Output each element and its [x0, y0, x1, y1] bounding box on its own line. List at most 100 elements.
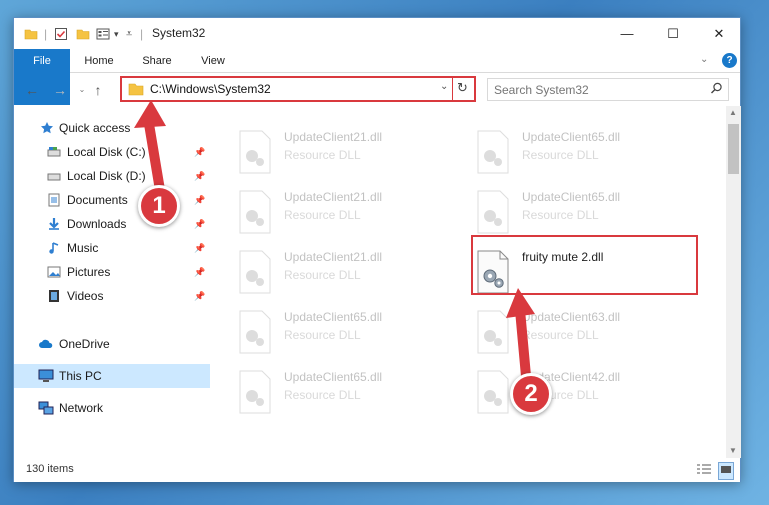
search-input[interactable]	[494, 81, 694, 98]
file-item[interactable]: UpdateClient42.dll Resource DLL	[466, 364, 696, 420]
tab-view[interactable]: View	[190, 49, 236, 73]
separator: |	[44, 27, 48, 41]
file-type: Resource DLL	[284, 328, 361, 342]
cloud-icon	[38, 336, 54, 352]
navigation-pane: Quick access Local Disk (C:) 📌 Local Dis…	[14, 106, 210, 458]
dll-file-icon	[477, 370, 509, 414]
forward-icon[interactable]: →	[52, 82, 68, 98]
sidebar-item-onedrive[interactable]: OneDrive	[14, 332, 210, 356]
properties-icon[interactable]	[54, 26, 68, 42]
dll-file-icon	[239, 250, 271, 294]
sidebar-item-label: Local Disk (C:)	[67, 145, 146, 159]
sidebar-item-network[interactable]: Network	[14, 396, 210, 420]
drive-icon	[46, 144, 62, 160]
file-item[interactable]: UpdateClient65.dll Resource DLL	[228, 304, 458, 360]
search-icon[interactable]	[710, 82, 723, 98]
scroll-down-icon[interactable]: ▼	[729, 446, 737, 455]
up-icon[interactable]: ↑	[90, 82, 106, 98]
network-icon	[38, 400, 54, 416]
file-item[interactable]: UpdateClient63.dll Resource DLL	[466, 304, 696, 360]
file-item[interactable]: UpdateClient21.dll Resource DLL	[228, 244, 458, 300]
pin-icon[interactable]: 📌	[194, 195, 205, 206]
documents-icon	[46, 192, 62, 208]
pin-icon[interactable]: 📌	[194, 243, 205, 254]
step-badge-1: 1	[138, 185, 180, 227]
sidebar-item-local-disk-c[interactable]: Local Disk (C:) 📌	[14, 140, 210, 164]
sidebar-item-documents[interactable]: Documents 📌	[14, 188, 210, 212]
file-name: UpdateClient65.dll	[284, 370, 383, 384]
item-count: 130 items	[26, 463, 74, 475]
back-icon[interactable]: ←	[24, 82, 40, 98]
address-bar[interactable]: C:\Windows\System32 ⌄ ↻	[120, 76, 476, 102]
pin-icon[interactable]: 📌	[194, 267, 205, 278]
dll-file-icon	[477, 310, 509, 354]
status-bar: 130 items	[14, 458, 740, 482]
sidebar-item-label: OneDrive	[59, 337, 110, 351]
help-icon[interactable]: ?	[722, 53, 737, 68]
vertical-scrollbar[interactable]: ▲ ▼	[726, 106, 741, 458]
star-icon	[39, 120, 55, 136]
scrollbar-thumb[interactable]	[728, 124, 739, 174]
address-divider	[452, 78, 453, 100]
file-name: UpdateClient65.dll	[522, 190, 621, 204]
file-name: UpdateClient21.dll	[284, 190, 383, 204]
sidebar-item-label: Downloads	[67, 217, 127, 231]
file-type: Resource DLL	[522, 208, 599, 222]
view-options-icon[interactable]	[96, 26, 110, 42]
file-name: UpdateClient65.dll	[522, 130, 621, 144]
tab-share[interactable]: Share	[134, 49, 180, 73]
file-item[interactable]: UpdateClient65.dll Resource DLL	[466, 184, 696, 240]
file-item[interactable]: UpdateClient65.dll Resource DLL	[228, 364, 458, 420]
title-separator: |	[140, 27, 144, 41]
details-view-icon[interactable]	[696, 463, 712, 479]
sidebar-item-music[interactable]: Music 📌	[14, 236, 210, 260]
music-icon	[46, 240, 62, 256]
sidebar-item-pictures[interactable]: Pictures 📌	[14, 260, 210, 284]
customize-toolbar-icon[interactable]: ⩡	[126, 26, 132, 42]
search-box[interactable]	[487, 78, 729, 101]
pin-icon[interactable]: 📌	[194, 291, 205, 302]
file-item[interactable]: UpdateClient21.dll Resource DLL	[228, 184, 458, 240]
tiles-view-icon[interactable]	[718, 462, 734, 480]
sidebar-item-this-pc[interactable]: This PC	[14, 364, 210, 388]
sidebar-item-videos[interactable]: Videos 📌	[14, 284, 210, 308]
dll-file-icon	[239, 130, 271, 174]
recent-locations-icon[interactable]: ⌄	[74, 82, 90, 98]
file-type: Resource DLL	[284, 388, 361, 402]
quick-access-dropdown-icon[interactable]: ▾	[114, 26, 119, 42]
sidebar-item-label: Network	[59, 401, 104, 415]
computer-icon	[38, 368, 54, 384]
address-row: ← → ⌄ ↑ C:\Windows\System32 ⌄ ↻	[14, 74, 740, 106]
minimize-button[interactable]: —	[604, 18, 650, 49]
pictures-icon	[46, 264, 62, 280]
file-type: Resource DLL	[522, 148, 599, 162]
file-highlight-box	[471, 235, 698, 295]
tab-home[interactable]: Home	[76, 49, 122, 73]
ribbon-tabs: File Home Share View ⌄ ?	[14, 49, 740, 105]
sidebar-item-downloads[interactable]: Downloads 📌	[14, 212, 210, 236]
pin-icon[interactable]: 📌	[194, 219, 205, 230]
title-bar: | ▾ ⩡ | System32 — ☐ ✕	[14, 18, 740, 49]
file-item[interactable]: UpdateClient21.dll Resource DLL	[228, 124, 458, 180]
expand-ribbon-icon[interactable]: ⌄	[700, 54, 708, 65]
file-name: UpdateClient21.dll	[284, 250, 383, 264]
sidebar-item-quick-access[interactable]: Quick access	[14, 116, 210, 140]
close-button[interactable]: ✕	[696, 18, 742, 49]
sidebar-item-local-disk-d[interactable]: Local Disk (D:) 📌	[14, 164, 210, 188]
address-path: C:\Windows\System32	[150, 82, 271, 96]
new-folder-icon[interactable]	[76, 26, 90, 42]
address-dropdown-icon[interactable]: ⌄	[440, 81, 448, 92]
file-item[interactable]: UpdateClient65.dll Resource DLL	[466, 124, 696, 180]
window-title: System32	[152, 26, 206, 40]
pin-icon[interactable]: 📌	[194, 147, 205, 158]
dll-file-icon	[477, 130, 509, 174]
pin-icon[interactable]: 📌	[194, 171, 205, 182]
file-list: UpdateClient21.dll Resource DLL UpdateCl…	[210, 106, 726, 458]
maximize-button[interactable]: ☐	[650, 18, 696, 49]
refresh-icon[interactable]: ↻	[457, 80, 468, 96]
step-badge-2: 2	[510, 373, 552, 415]
folder-icon[interactable]	[24, 26, 38, 42]
file-name: UpdateClient63.dll	[522, 310, 621, 324]
sidebar-item-label: Music	[67, 241, 99, 255]
scroll-up-icon[interactable]: ▲	[729, 108, 737, 117]
